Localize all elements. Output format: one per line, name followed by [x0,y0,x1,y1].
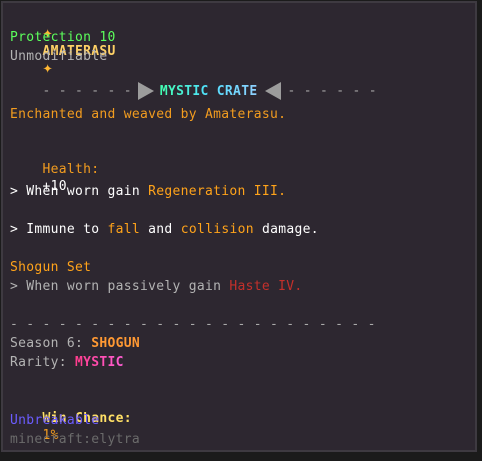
ability1-effect: Regeneration III. [148,184,287,199]
crate-label: MYSTIC CRATE [159,83,258,99]
ability2-and: and [140,222,181,237]
separator-left: - - - - - - [42,83,132,99]
unmodifiable-line: Unmodifiable [10,49,108,64]
ability1-prefix: > When worn gain [10,184,149,199]
rarity-line: Rarity: MYSTIC [10,354,124,371]
ability2-suffix: damage. [253,222,319,237]
footer-separator: - - - - - - - - - - - - - - - - - - - - … [10,317,376,332]
triangle-right-icon [137,82,154,100]
set-title: Shogun Set [10,260,92,275]
season-value: SHOGUN [91,336,141,351]
description-line: Enchanted and weaved by Amaterasu. [10,107,287,122]
rarity-value: MYSTIC [75,355,124,370]
season-label: Season 6: [10,336,92,351]
health-label: Health: [42,162,100,177]
season-line: Season 6: SHOGUN [10,335,140,352]
ability2-prefix: > Immune to [10,222,108,237]
ability2-collision: collision [180,222,254,237]
set-effect: Haste IV. [229,279,303,294]
set-prefix: > When worn passively gain [10,279,230,294]
triangle-left-icon [265,82,282,100]
item-id-line: minecraft:elytra [10,432,141,447]
ability-line-1: > When worn gain Regeneration III. [10,183,286,200]
ability-line-2: > Immune to fall and collision damage. [10,221,319,238]
rarity-label: Rarity: [10,355,76,370]
set-bonus-line: > When worn passively gain Haste IV. [10,278,303,295]
ability2-fall: fall [107,222,141,237]
separator-right: - - - - - - [287,83,377,99]
enchantment-line: Protection 10 [10,30,116,45]
item-tooltip: ✦ AMATERASU ✦ Protection 10 Unmodifiable… [1,1,477,452]
unbreakable-line: Unbreakable [10,413,100,428]
health-line: Health: +10 [10,144,100,212]
